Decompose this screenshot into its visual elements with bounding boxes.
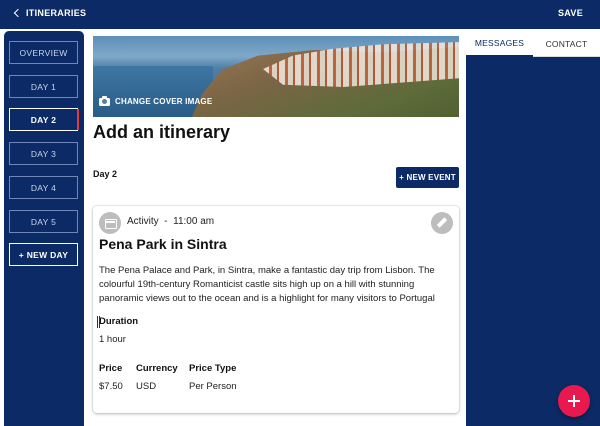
duration-value: 1 hour — [99, 334, 126, 345]
cover-town — [263, 42, 459, 87]
event-description: The Pena Palace and Park, in Sintra, mak… — [99, 265, 435, 304]
main-content: CHANGE COVER IMAGE Add an itinerary Day … — [84, 31, 466, 426]
save-button[interactable]: SAVE — [558, 8, 583, 18]
change-cover-label: CHANGE COVER IMAGE — [115, 97, 213, 106]
back-to-itineraries-button[interactable]: ITINERARIES — [13, 8, 87, 18]
sidebar-item-day-4[interactable]: DAY 4 — [9, 176, 78, 199]
event-meta-separator: - — [164, 216, 168, 227]
back-label: ITINERARIES — [26, 8, 87, 18]
page-title: Add an itinerary — [93, 122, 231, 142]
event-time: 11:00 am — [173, 216, 215, 227]
duration-label: Duration — [99, 316, 139, 327]
save-label: SAVE — [557, 8, 583, 18]
currency-label: Currency — [136, 363, 178, 374]
cover-sea — [93, 66, 213, 117]
day-heading: Day 2 — [93, 169, 118, 179]
top-bar: ITINERARIES SAVE — [0, 0, 600, 29]
sidebar-item-day-1[interactable]: DAY 1 — [9, 75, 78, 98]
right-panel: MESSAGES CONTACT — [466, 31, 600, 426]
price-label: Price — [99, 363, 123, 374]
currency-value: USD — [136, 381, 157, 392]
new-event-button[interactable]: + NEW EVENT — [396, 167, 459, 188]
event-title: Pena Park in Sintra — [99, 236, 227, 252]
sidebar-item-day-3[interactable]: DAY 3 — [9, 142, 78, 165]
change-cover-image-button[interactable]: CHANGE COVER IMAGE — [99, 95, 213, 106]
price-type-label: Price Type — [189, 363, 237, 374]
sidebar-item-day-2[interactable]: DAY 2 — [9, 108, 79, 131]
add-fab-button[interactable] — [558, 385, 590, 417]
event-meta: Activity - 11:00 am — [127, 216, 214, 227]
price-type-value: Per Person — [189, 381, 237, 392]
chevron-left-icon — [13, 8, 23, 18]
days-sidebar: OVERVIEW DAY 1 DAY 2 DAY 3 DAY 4 DAY 5 +… — [4, 31, 84, 426]
text-cursor-icon — [97, 316, 100, 328]
tab-contact[interactable]: CONTACT — [533, 31, 600, 57]
new-day-button[interactable]: + NEW DAY — [9, 243, 78, 266]
price-value: $7.50 — [99, 381, 123, 392]
sidebar-item-day-5[interactable]: DAY 5 — [9, 210, 78, 233]
camera-icon — [99, 95, 110, 106]
event-type: Activity — [127, 216, 159, 227]
right-panel-tabs: MESSAGES CONTACT — [466, 31, 600, 57]
tab-messages[interactable]: MESSAGES — [466, 31, 533, 57]
sidebar-item-overview[interactable]: OVERVIEW — [9, 41, 78, 64]
event-card: Activity - 11:00 am Pena Park in Sintra … — [93, 206, 459, 413]
calendar-icon — [99, 212, 121, 234]
app-frame: ITINERARIES SAVE OVERVIEW DAY 1 DAY 2 DA… — [0, 0, 600, 426]
pencil-icon[interactable] — [431, 212, 453, 234]
